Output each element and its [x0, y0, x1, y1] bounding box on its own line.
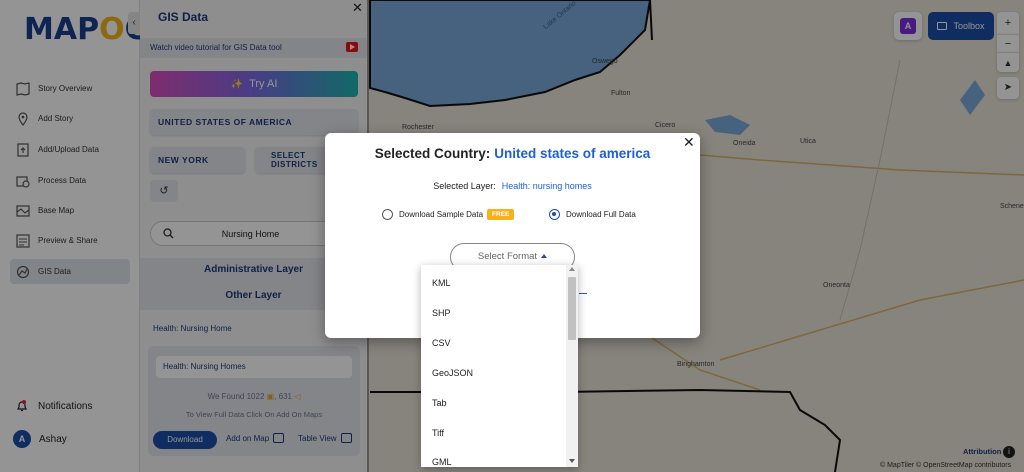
format-option-gml[interactable]: GML	[432, 457, 452, 467]
download-sample-option[interactable]: Download Sample Data FREE	[382, 209, 515, 220]
selected-country: United states of america	[494, 146, 651, 161]
format-option-shp[interactable]: SHP	[432, 308, 451, 318]
option-label: Download Full Data	[566, 210, 636, 219]
scrollbar-thumb[interactable]	[568, 277, 576, 340]
format-option-csv[interactable]: CSV	[432, 338, 451, 348]
scroll-down-arrow[interactable]	[569, 459, 575, 463]
scrollbar[interactable]	[566, 265, 578, 467]
radio-button[interactable]	[382, 209, 393, 220]
caret-up-icon	[541, 254, 548, 259]
download-full-option[interactable]: Download Full Data	[549, 209, 636, 220]
format-option-tiff[interactable]: Tiff	[432, 428, 444, 438]
dialog-layer: Selected Layer: Health: nursing homes	[433, 181, 592, 191]
free-badge: FREE	[487, 209, 515, 220]
option-label: Download Sample Data	[399, 210, 484, 219]
format-option-kml[interactable]: KML	[432, 278, 451, 288]
radio-button-selected[interactable]	[549, 209, 560, 220]
dialog-title: Selected Country: United states of americ…	[374, 146, 651, 161]
format-dropdown-list[interactable]: KML SHP CSV GeoJSON Tab Tiff GML	[421, 265, 578, 467]
format-option-tab[interactable]: Tab	[432, 398, 447, 408]
scroll-up-arrow[interactable]	[569, 267, 575, 271]
format-option-geojson[interactable]: GeoJSON	[432, 368, 473, 378]
dialog-link[interactable]	[579, 284, 587, 294]
selected-layer-value: Health: nursing homes	[501, 181, 592, 191]
